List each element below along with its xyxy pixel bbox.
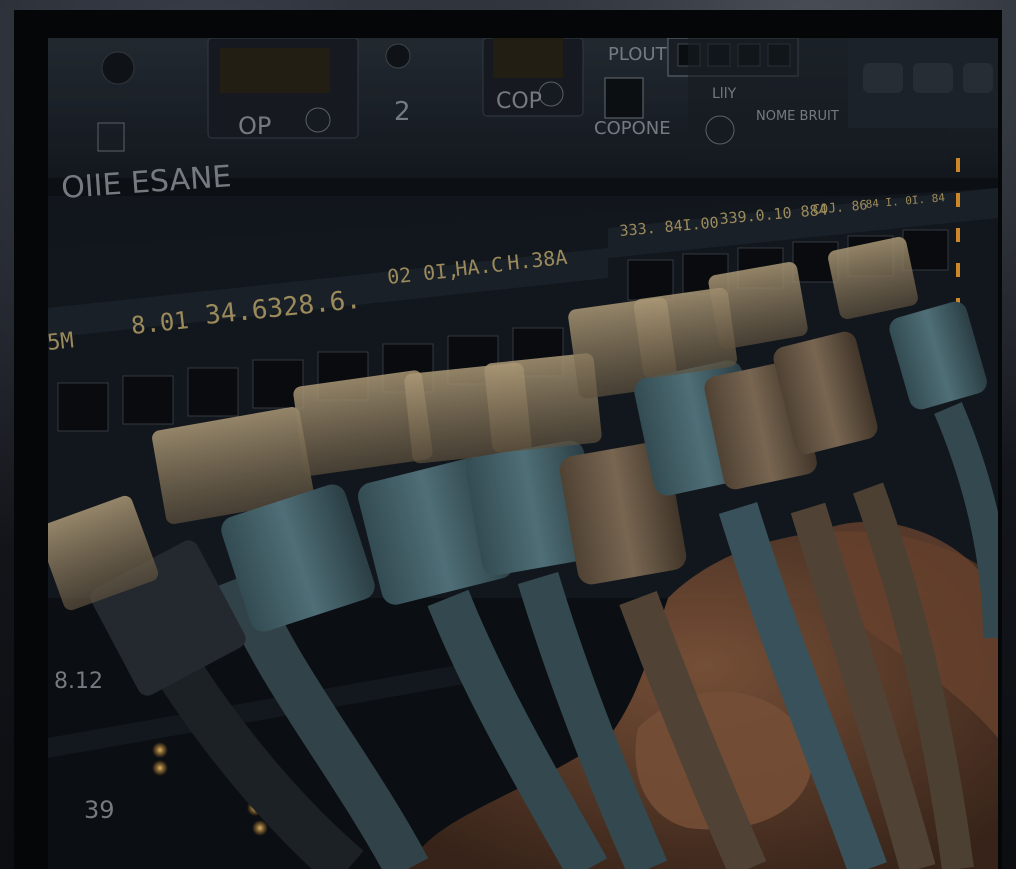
switch-illustration: OP 2 COP PLOUT COPONE LllY NOME BRUIT OI… [48,38,998,869]
network-switch-photo: OP 2 COP PLOUT COPONE LllY NOME BRUIT OI… [48,38,998,869]
